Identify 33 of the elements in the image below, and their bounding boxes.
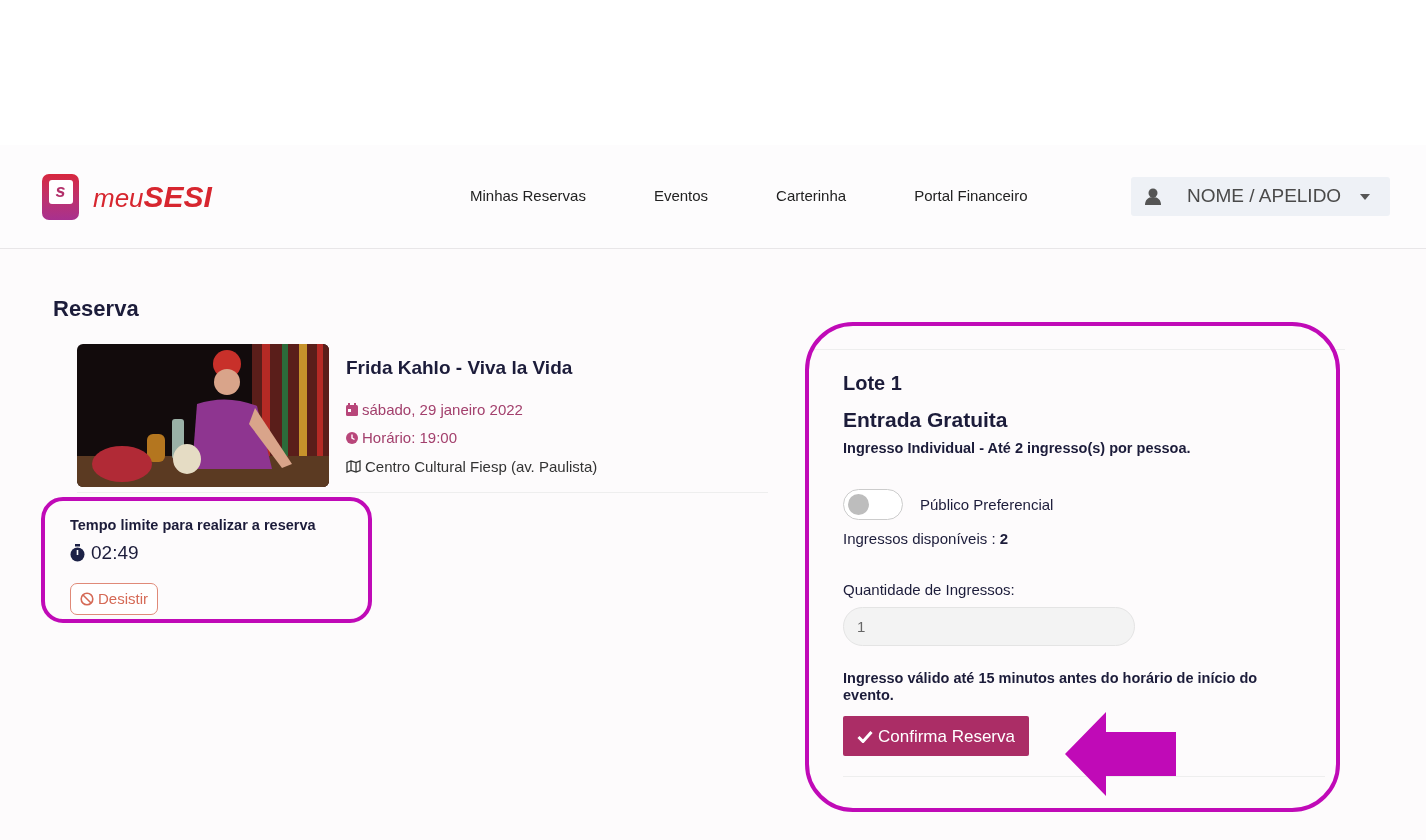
user-icon [1145, 188, 1161, 205]
calendar-icon [346, 403, 358, 417]
page-title: Reserva [53, 295, 140, 323]
check-icon [857, 729, 873, 743]
nav-link[interactable]: Minhas Reservas [460, 185, 596, 208]
logo-wordmark: meuSESI [93, 181, 212, 212]
timer-label: Tempo limite para realizar a reserva [70, 516, 317, 535]
quantity-label: Quantidade de Ingressos: [843, 579, 1016, 600]
available-tickets: Ingressos disponíveis : 2 [843, 529, 1010, 550]
toggle-switch[interactable] [843, 489, 903, 521]
countdown-timer: 02:49 [91, 540, 139, 565]
clock-icon [346, 432, 358, 445]
confirm-button[interactable]: Confirma Reserva [843, 716, 1029, 757]
caret-icon [1360, 193, 1370, 200]
ticket-type: Entrada Gratuita [843, 407, 1009, 433]
ticket-description: Ingresso Individual - Até 2 ingresso(s) por pessoa. [843, 438, 1192, 458]
quantity-field[interactable]: 1 [843, 607, 1135, 647]
logo-mark: s [48, 179, 73, 204]
nav-link[interactable]: Eventos [643, 185, 719, 208]
toggle-label: Público Preferencial [920, 494, 1054, 515]
event-venue: Centro Cultural Fiesp (av. Paulista) [365, 456, 598, 477]
validity-note: Ingresso válido até 15 minutos antes do horário de início do evento. [843, 670, 1259, 705]
user-menu[interactable]: NOME / APELIDO [1131, 177, 1390, 216]
lot-title: Lote 1 [843, 371, 903, 396]
cancel-button[interactable]: Desistir [70, 583, 158, 616]
event-time: Horário: 19:00 [362, 428, 458, 448]
prohibited-icon [80, 592, 94, 607]
event-title: Frida Kahlo - Viva la Vida [346, 356, 574, 380]
nav-link[interactable]: Carterinha [766, 185, 857, 208]
map-icon [346, 460, 361, 474]
stopwatch-icon [70, 544, 85, 562]
event-date: sábado, 29 janeiro 2022 [362, 399, 523, 420]
nav-link[interactable]: Portal Financeiro [904, 185, 1038, 208]
